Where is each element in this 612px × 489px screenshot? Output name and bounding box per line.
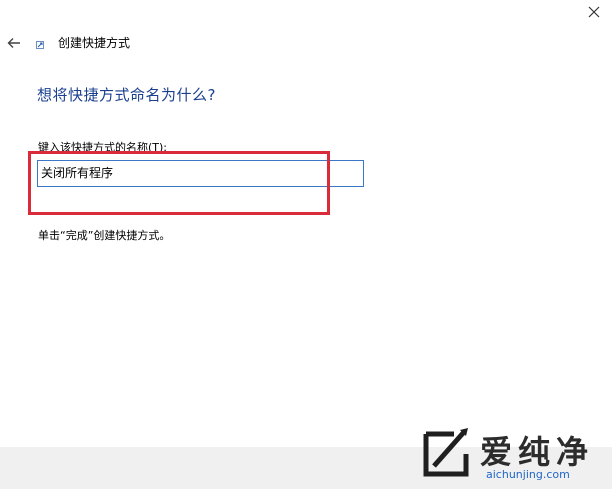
watermark-logo-icon <box>423 428 469 477</box>
back-button[interactable] <box>4 33 24 53</box>
watermark: 爱纯净 aichunjing.com <box>414 424 610 486</box>
wizard-title: 创建快捷方式 <box>58 36 131 50</box>
close-icon <box>588 6 600 18</box>
red-highlight-box <box>28 151 330 215</box>
back-arrow-icon <box>7 38 20 48</box>
watermark-url: aichunjing.com <box>486 468 570 481</box>
finish-hint-text: 单击“完成”创建快捷方式。 <box>38 229 171 242</box>
watermark-name: 爱纯净 <box>480 433 595 471</box>
shortcut-wizard-icon <box>36 41 44 49</box>
page-heading: 想将快捷方式命名为什么? <box>37 86 216 104</box>
close-button[interactable] <box>582 2 606 22</box>
